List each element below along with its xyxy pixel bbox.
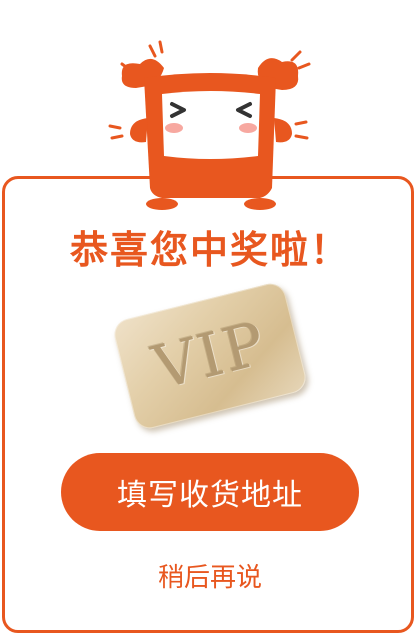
later-link[interactable]: 稍后再说 — [0, 558, 420, 598]
happy-mascot-icon — [108, 40, 311, 210]
dialog-title: 恭喜您中奖啦！ — [69, 228, 350, 272]
vip-label: VIP — [146, 308, 274, 404]
prize-dialog: 恭喜您中奖啦！ VIP 填写收货地址 稍后再说 — [0, 0, 420, 637]
fill-address-button[interactable]: 填写收货地址 — [61, 453, 359, 531]
